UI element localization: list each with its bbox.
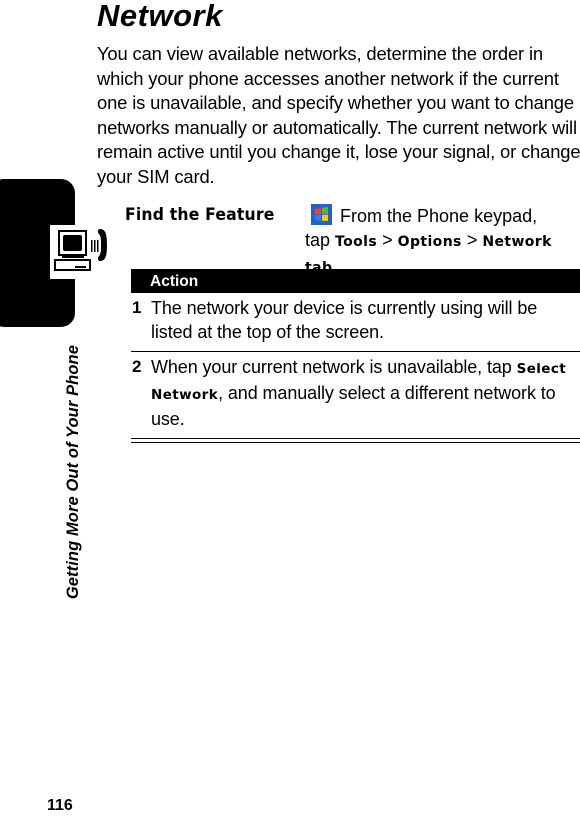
table-row: 1 The network your device is currently u…	[131, 293, 580, 352]
page-title: Network	[97, 0, 223, 33]
step-number: 2	[132, 357, 142, 376]
menu-path-tools: Tools	[335, 234, 378, 250]
table-end-rule	[131, 439, 580, 443]
step-text-before: When your current network is unavailable…	[151, 357, 512, 377]
find-feature-label: Find the Feature	[125, 205, 275, 225]
path-separator: >	[382, 230, 393, 250]
computer-phone-icon	[50, 225, 110, 279]
windows-start-icon	[311, 204, 332, 225]
step-number: 1	[132, 298, 142, 317]
path-separator: >	[466, 230, 478, 250]
step-text: The network your device is currently usi…	[151, 298, 538, 342]
chapter-title: Getting More Out of Your Phone	[64, 345, 82, 600]
menu-path-options: Options	[397, 234, 462, 250]
find-feature-prefix: From the Phone keypad,	[340, 206, 538, 226]
table-header: Action	[131, 269, 580, 293]
table-row: 2 When your current network is unavailab…	[131, 352, 580, 439]
page-number: 116	[47, 797, 73, 814]
step-text: When your current network is unavailable…	[151, 355, 580, 431]
tap-word: tap	[305, 230, 331, 250]
intro-paragraph: You can view available networks, determi…	[97, 43, 580, 187]
action-table: Action 1 The network your device is curr…	[131, 269, 580, 443]
